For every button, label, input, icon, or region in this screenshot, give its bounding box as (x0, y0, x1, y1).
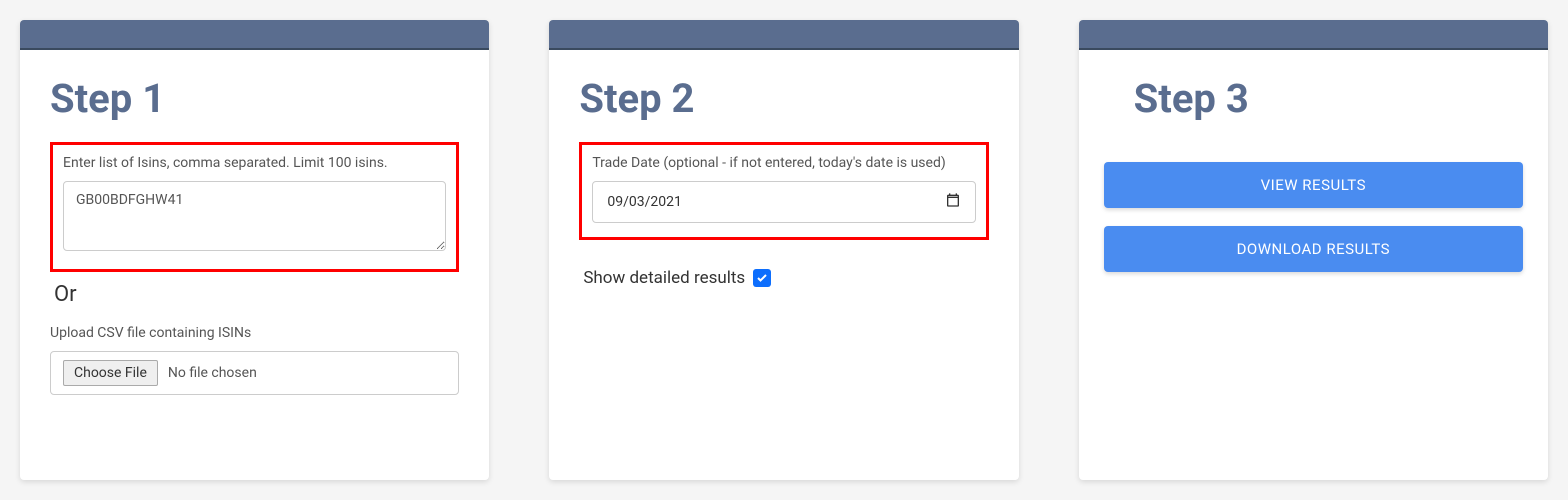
isin-input-label: Enter list of Isins, comma separated. Li… (63, 155, 446, 171)
download-results-button[interactable]: DOWNLOAD RESULTS (1104, 226, 1523, 272)
step-2-title: Step 2 (579, 75, 988, 122)
view-results-button[interactable]: VIEW RESULTS (1104, 162, 1523, 208)
trade-date-input[interactable]: 09/03/2021 (592, 181, 975, 223)
upload-csv-label: Upload CSV file containing ISINs (50, 325, 459, 341)
step-2-card: Step 2 Trade Date (optional - if not ent… (549, 20, 1018, 480)
detailed-results-checkbox[interactable] (753, 269, 771, 287)
calendar-icon (945, 192, 961, 212)
step-3-card: Step 3 VIEW RESULTS DOWNLOAD RESULTS (1079, 20, 1548, 480)
isin-textarea[interactable] (63, 181, 446, 251)
step-1-title: Step 1 (50, 75, 459, 122)
card-header-bar (549, 20, 1018, 50)
or-separator: Or (54, 282, 455, 307)
trade-date-value: 09/03/2021 (607, 194, 682, 210)
choose-file-button[interactable]: Choose File (63, 360, 158, 386)
isin-highlight-box: Enter list of Isins, comma separated. Li… (50, 142, 459, 272)
card-header-bar (20, 20, 489, 50)
step-1-card: Step 1 Enter list of Isins, comma separa… (20, 20, 489, 480)
file-input-wrapper[interactable]: Choose File No file chosen (50, 351, 459, 395)
date-highlight-box: Trade Date (optional - if not entered, t… (579, 142, 988, 240)
checkmark-icon (756, 272, 768, 284)
file-status-text: No file chosen (168, 365, 257, 381)
step-3-title: Step 3 (1104, 75, 1523, 122)
trade-date-label: Trade Date (optional - if not entered, t… (592, 155, 975, 171)
detailed-results-label: Show detailed results (583, 268, 745, 288)
detailed-results-row: Show detailed results (583, 268, 988, 288)
card-header-bar (1079, 20, 1548, 50)
